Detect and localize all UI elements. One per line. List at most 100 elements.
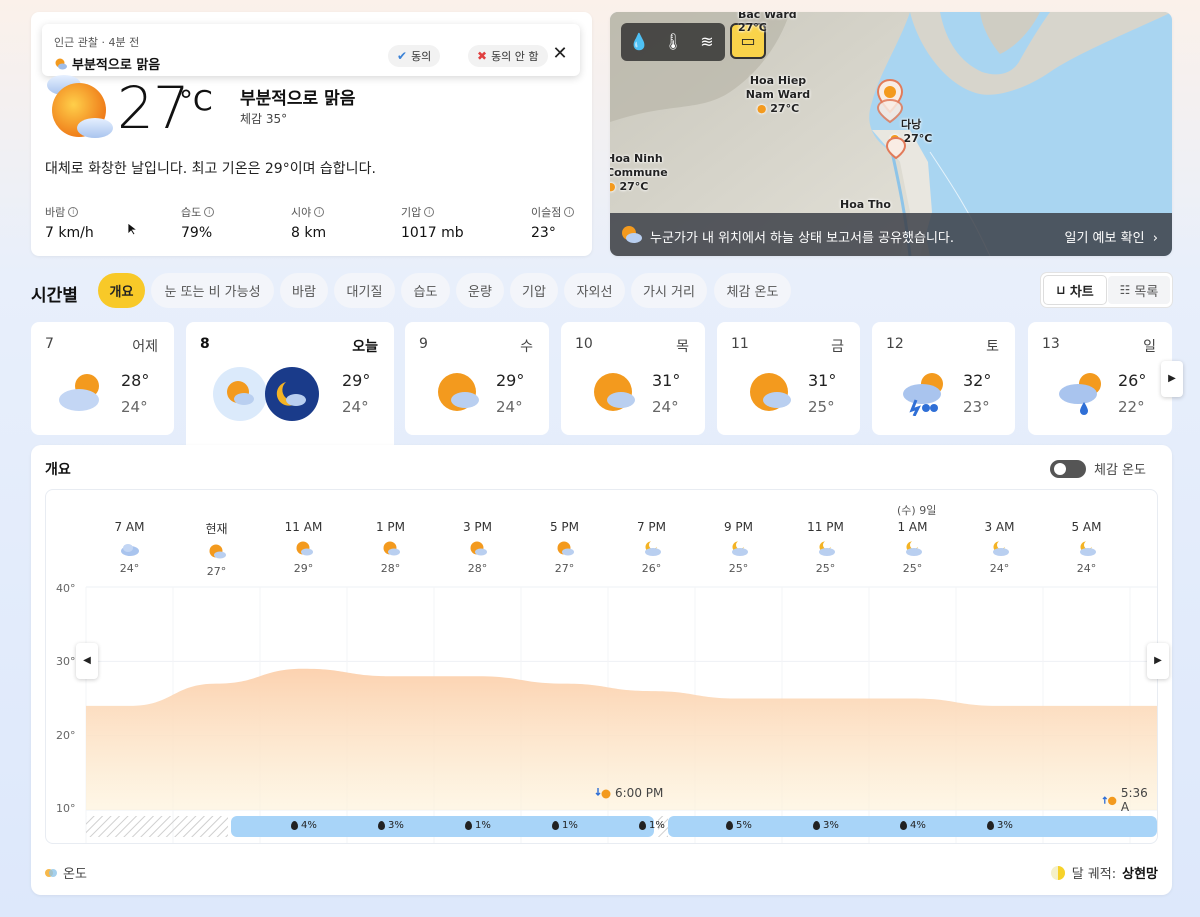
partly-sunny-icon xyxy=(294,540,314,558)
feels-like-toggle[interactable]: 체감 온도 xyxy=(1050,459,1146,478)
list-view-label: 목록 xyxy=(1134,284,1159,300)
next-day-marker: (수) 9일 xyxy=(897,504,937,517)
precipitation-layer-icon[interactable]: 💧 xyxy=(629,32,649,52)
stat-visibility[interactable]: 시야 i 8 km xyxy=(291,204,326,241)
notice-condition-text: 부분적으로 맑음 xyxy=(72,58,161,73)
day-card[interactable]: 7 어제 28° 24° xyxy=(31,322,174,435)
hour-column[interactable]: 11 PM 25° xyxy=(782,520,869,575)
place-name: Bac Ward xyxy=(738,12,797,21)
hour-label: 5 PM xyxy=(549,520,580,534)
chip-overview[interactable]: 개요 xyxy=(98,273,145,308)
day-high: 28° xyxy=(121,371,150,390)
day-card[interactable]: 12 토 32° 23° xyxy=(872,322,1015,435)
hour-column[interactable]: 7 AM 24° xyxy=(86,520,173,575)
map-place[interactable]: Hoa Tho xyxy=(840,198,891,211)
map-place[interactable]: Hoa Hiep Nam Ward ● 27°C xyxy=(738,74,818,115)
chip-precipitation[interactable]: 눈 또는 비 가능성 xyxy=(151,273,274,308)
scroll-right-button[interactable]: ▶ xyxy=(1147,643,1169,679)
chip-pressure[interactable]: 기압 xyxy=(510,273,558,308)
hour-column[interactable]: 현재 27° xyxy=(173,520,260,578)
stat-wind[interactable]: 바람 i 7 km/h xyxy=(45,204,94,241)
hour-column[interactable]: 1 PM 28° xyxy=(347,520,434,575)
day-low: 24° xyxy=(121,398,148,416)
hour-column[interactable]: 3 AM 24° xyxy=(956,520,1043,575)
partly-sunny-icon xyxy=(468,540,488,558)
hour-column[interactable]: 1 AM 25° xyxy=(869,520,956,575)
hourly-chart[interactable]: (수) 9일 7 AM 24° 현재 27° 11 AM 29° 1 PM 28° 3 PM 28… xyxy=(45,489,1158,844)
community-report-banner[interactable]: 누군가가 내 위치에서 하늘 상태 보고서를 공유했습니다. 일기 예보 확인 … xyxy=(610,213,1172,256)
forecast-link[interactable]: 일기 예보 확인 › xyxy=(1065,227,1159,246)
weather-map[interactable]: 💧 🌡 ≋ ▭ Bac Ward 27°C Hoa Hiep Nam Ward ● … xyxy=(610,12,1172,256)
thunderstorm-icon xyxy=(903,373,943,416)
chip-cloud-cover[interactable]: 운량 xyxy=(456,273,504,308)
raindrop-icon xyxy=(378,821,385,830)
precipitation-chance: 4% xyxy=(291,820,317,831)
temperature-legend-icon xyxy=(45,868,57,877)
chip-wind[interactable]: 바람 xyxy=(280,273,328,308)
day-high: 29° xyxy=(496,371,525,390)
stat-pressure[interactable]: 기압 i 1017 mb xyxy=(401,204,464,241)
next-days-button[interactable]: ▶ xyxy=(1161,361,1183,397)
day-of-week: 일 xyxy=(1143,339,1156,355)
day-of-week: 오늘 xyxy=(352,339,378,355)
info-icon: i xyxy=(314,207,325,217)
overview-chart-panel: 개요 체감 온도 (수) 9일 7 AM 24° 현재 27° 11 AM 29° 1 PM… xyxy=(31,445,1172,895)
hour-column[interactable]: 5 PM 27° xyxy=(521,520,608,575)
scroll-left-button[interactable]: ◀ xyxy=(76,643,98,679)
info-icon: i xyxy=(68,207,79,217)
hour-label: 7 PM xyxy=(636,520,667,534)
hour-column[interactable]: 7 PM 26° xyxy=(608,520,695,575)
night-partly-cloudy-icon xyxy=(990,540,1010,558)
sunset-icon xyxy=(595,788,611,799)
chip-feels-like[interactable]: 체감 온도 xyxy=(714,273,791,308)
hour-temp: 28° xyxy=(380,562,401,575)
hour-column[interactable]: 9 PM 25° xyxy=(695,520,782,575)
list-view-button[interactable]: ☷ 목록 xyxy=(1108,276,1170,304)
day-low: 24° xyxy=(342,398,369,416)
notice-condition: 부분적으로 맑음 xyxy=(54,54,160,73)
partly-sunny-icon xyxy=(207,543,227,561)
day-number: 9 xyxy=(419,336,428,352)
chart-view-button[interactable]: ⊔ 차트 xyxy=(1044,276,1106,304)
hour-temp: 24° xyxy=(1076,562,1097,575)
day-card[interactable]: 9 수 29° 24° xyxy=(405,322,549,435)
day-card-today[interactable]: 8 오늘 29° 24° xyxy=(186,322,394,446)
day-card[interactable]: 10 목 31° 24° xyxy=(561,322,705,435)
place-temp: 27°C xyxy=(770,102,800,115)
stat-dewpoint[interactable]: 이슬점 i 23° xyxy=(531,204,575,241)
temperature-layer-icon[interactable]: 🌡 xyxy=(663,32,683,52)
wind-layer-icon[interactable]: ≋ xyxy=(697,32,717,52)
sunrise-marker: 5:36 A xyxy=(1102,786,1157,814)
agree-button[interactable]: ✔ 동의 xyxy=(388,45,441,67)
map-place[interactable]: Bac Ward 27°C xyxy=(738,12,797,34)
close-icon[interactable]: ✕ xyxy=(550,44,570,64)
hour-column[interactable]: 3 PM 28° xyxy=(434,520,521,575)
list-icon: ☷ xyxy=(1119,283,1131,297)
partly-sunny-icon xyxy=(55,58,67,69)
stat-humidity[interactable]: 습도 i 79% xyxy=(181,204,215,241)
chip-humidity[interactable]: 습도 xyxy=(401,273,450,308)
night-partly-cloudy-icon xyxy=(729,540,749,558)
hour-column[interactable]: 11 AM 29° xyxy=(260,520,347,575)
raindrop-icon xyxy=(639,821,646,830)
cloudy-icon xyxy=(120,540,140,558)
weather-summary: 대체로 화창한 날입니다. 최고 기온은 29°이며 습합니다. xyxy=(45,161,376,177)
precipitation-chance: 4% xyxy=(900,820,926,831)
stat-label: 바람 xyxy=(45,206,66,219)
chip-visibility[interactable]: 가시 거리 xyxy=(631,273,707,308)
hour-column[interactable]: 5 AM 24° xyxy=(1043,520,1130,575)
temperature-unit: °C xyxy=(179,84,213,117)
disagree-button[interactable]: ✖ 동의 안 함 xyxy=(468,45,548,67)
chip-air-quality[interactable]: 대기질 xyxy=(334,273,395,308)
day-card[interactable]: 11 금 31° 25° xyxy=(717,322,860,435)
precipitation-chance: 3% xyxy=(987,820,1013,831)
location-pin-icon[interactable] xyxy=(876,78,906,160)
toggle-switch[interactable] xyxy=(1050,459,1087,478)
precipitation-value: 4% xyxy=(301,820,317,831)
map-place[interactable]: Hoa Ninh Commune ● 27°C xyxy=(610,152,668,193)
day-card[interactable]: 13 일 26° 22° xyxy=(1028,322,1172,435)
hour-temp: 27° xyxy=(554,562,575,575)
partly-cloudy-large-icon xyxy=(47,75,113,138)
chip-uv[interactable]: 자외선 xyxy=(564,273,625,308)
y-tick: 30° xyxy=(56,655,76,668)
